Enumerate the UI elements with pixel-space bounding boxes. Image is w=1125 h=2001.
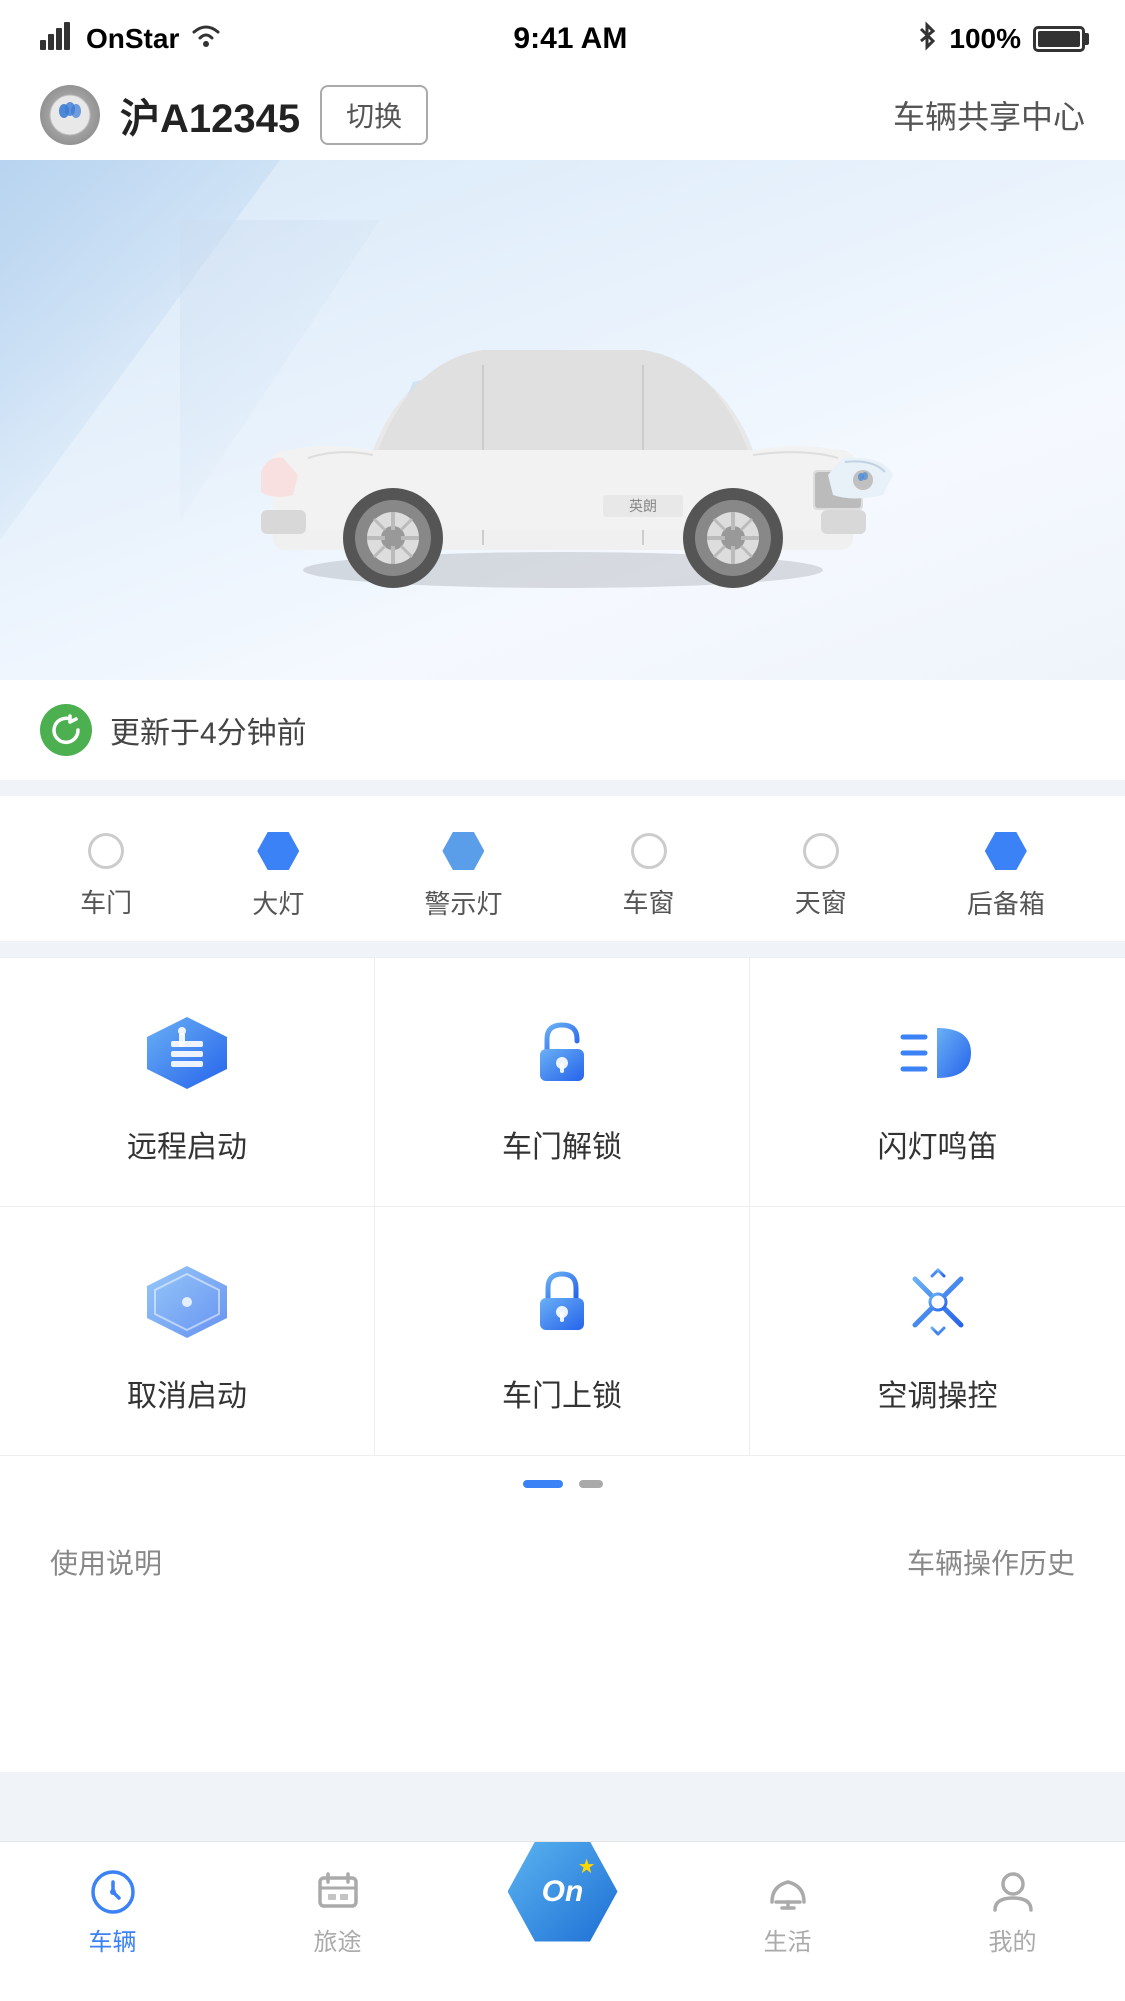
nav-life[interactable]: 生活	[675, 1866, 900, 1957]
remote-start-label: 远程启动	[127, 1122, 247, 1166]
bottom-spacer	[0, 1612, 1125, 1772]
flash-horn-label: 闪灯鸣笛	[878, 1122, 998, 1166]
buick-logo	[40, 85, 100, 145]
indicator-door-dot	[88, 833, 124, 869]
nav-vehicle[interactable]: 车辆	[0, 1866, 225, 1957]
door-unlock-icon	[512, 1008, 612, 1098]
history-link[interactable]: 车辆操作历史	[907, 1542, 1075, 1582]
nav-trip-icon	[312, 1866, 364, 1914]
nav-trip-label: 旅途	[314, 1922, 362, 1957]
ac-control-label: 空调操控	[878, 1371, 998, 1415]
wifi-icon	[189, 23, 223, 56]
nav-profile-label: 我的	[989, 1922, 1037, 1957]
svg-text:英朗: 英朗	[629, 498, 657, 514]
bluetooth-icon	[917, 21, 937, 58]
nav-vehicle-label: 车辆	[89, 1922, 137, 1957]
flash-horn-icon	[888, 1008, 988, 1098]
action-ac-control[interactable]: 空调操控	[750, 1207, 1125, 1456]
nav-trip[interactable]: 旅途	[225, 1866, 450, 1957]
page-dot-1	[523, 1480, 563, 1488]
action-grid: 远程启动	[0, 957, 1125, 1456]
indicator-sunroof-dot	[803, 833, 839, 869]
battery-percentage: 100%	[949, 23, 1021, 55]
door-lock-label: 车门上锁	[502, 1371, 622, 1415]
update-text: 更新于4分钟前	[110, 708, 307, 752]
action-door-unlock[interactable]: 车门解锁	[375, 958, 750, 1207]
battery-icon	[1033, 26, 1085, 52]
indicator-door-label: 车门	[80, 883, 132, 920]
action-cancel-start[interactable]: 取消启动	[0, 1207, 375, 1456]
update-status[interactable]: 更新于4分钟前	[0, 680, 1125, 780]
status-left: OnStar	[40, 22, 223, 57]
indicator-window-label: 车窗	[623, 883, 675, 920]
indicator-window-dot	[631, 833, 667, 869]
cancel-start-label: 取消启动	[127, 1371, 247, 1415]
cancel-start-icon	[137, 1257, 237, 1347]
ac-control-icon	[888, 1257, 988, 1347]
indicator-hazard-hex	[442, 832, 484, 870]
plate-number: 沪A12345	[120, 86, 300, 144]
status-time: 9:41 AM	[513, 22, 627, 56]
nav-on-button[interactable]: On ★	[508, 1842, 618, 1942]
door-unlock-label: 车门解锁	[502, 1122, 622, 1166]
status-indicators: 车门 大灯 警示灯 车窗 天窗 后备箱	[0, 796, 1125, 941]
manual-link[interactable]: 使用说明	[50, 1542, 162, 1582]
indicator-door: 车门	[80, 833, 132, 920]
door-lock-icon	[512, 1257, 612, 1347]
action-flash-horn[interactable]: 闪灯鸣笛	[750, 958, 1125, 1207]
indicator-hazard-label: 警示灯	[424, 884, 502, 921]
remote-start-icon	[137, 1008, 237, 1098]
nav-vehicle-icon	[87, 1866, 139, 1914]
action-door-lock[interactable]: 车门上锁	[375, 1207, 750, 1456]
indicator-sunroof-label: 天窗	[795, 883, 847, 920]
nav-profile-icon	[987, 1866, 1039, 1914]
indicator-headlight: 大灯	[252, 832, 304, 921]
status-bar: OnStar 9:41 AM 100%	[0, 0, 1125, 70]
indicator-headlight-label: 大灯	[252, 884, 304, 921]
nav-center-item[interactable]: On ★	[450, 1842, 675, 1942]
page-dot-2	[579, 1480, 603, 1488]
switch-button[interactable]: 切换	[320, 85, 428, 145]
nav-profile[interactable]: 我的	[900, 1866, 1125, 1957]
indicator-trunk-hex	[985, 832, 1027, 870]
bottom-nav: 车辆 旅途 On ★ 生活	[0, 1841, 1125, 2001]
nav-life-label: 生活	[764, 1922, 812, 1957]
status-right: 100%	[917, 21, 1085, 58]
header-left: 沪A12345 切换	[40, 85, 428, 145]
action-remote-start[interactable]: 远程启动	[0, 958, 375, 1207]
bottom-links: 使用说明 车辆操作历史	[0, 1512, 1125, 1612]
nav-on-label: On	[542, 1875, 584, 1909]
car-illustration: 英朗	[173, 240, 953, 600]
indicator-trunk-label: 后备箱	[967, 884, 1045, 921]
nav-life-icon	[762, 1866, 814, 1914]
indicator-headlight-hex	[257, 832, 299, 870]
car-hero: 英朗	[0, 160, 1125, 680]
refresh-icon	[40, 704, 92, 756]
car-image: 英朗	[163, 220, 963, 620]
carrier-name: OnStar	[86, 23, 179, 55]
indicator-trunk: 后备箱	[967, 832, 1045, 921]
vehicle-sharing-link[interactable]: 车辆共享中心	[893, 92, 1085, 138]
indicator-sunroof: 天窗	[795, 833, 847, 920]
indicator-window: 车窗	[623, 833, 675, 920]
nav-on-star: ★	[578, 1854, 596, 1879]
signal-bars	[40, 22, 76, 57]
pagination	[0, 1456, 1125, 1512]
indicator-hazard: 警示灯	[424, 832, 502, 921]
divider-2	[0, 941, 1125, 957]
divider-1	[0, 780, 1125, 796]
header: 沪A12345 切换 车辆共享中心	[0, 70, 1125, 160]
